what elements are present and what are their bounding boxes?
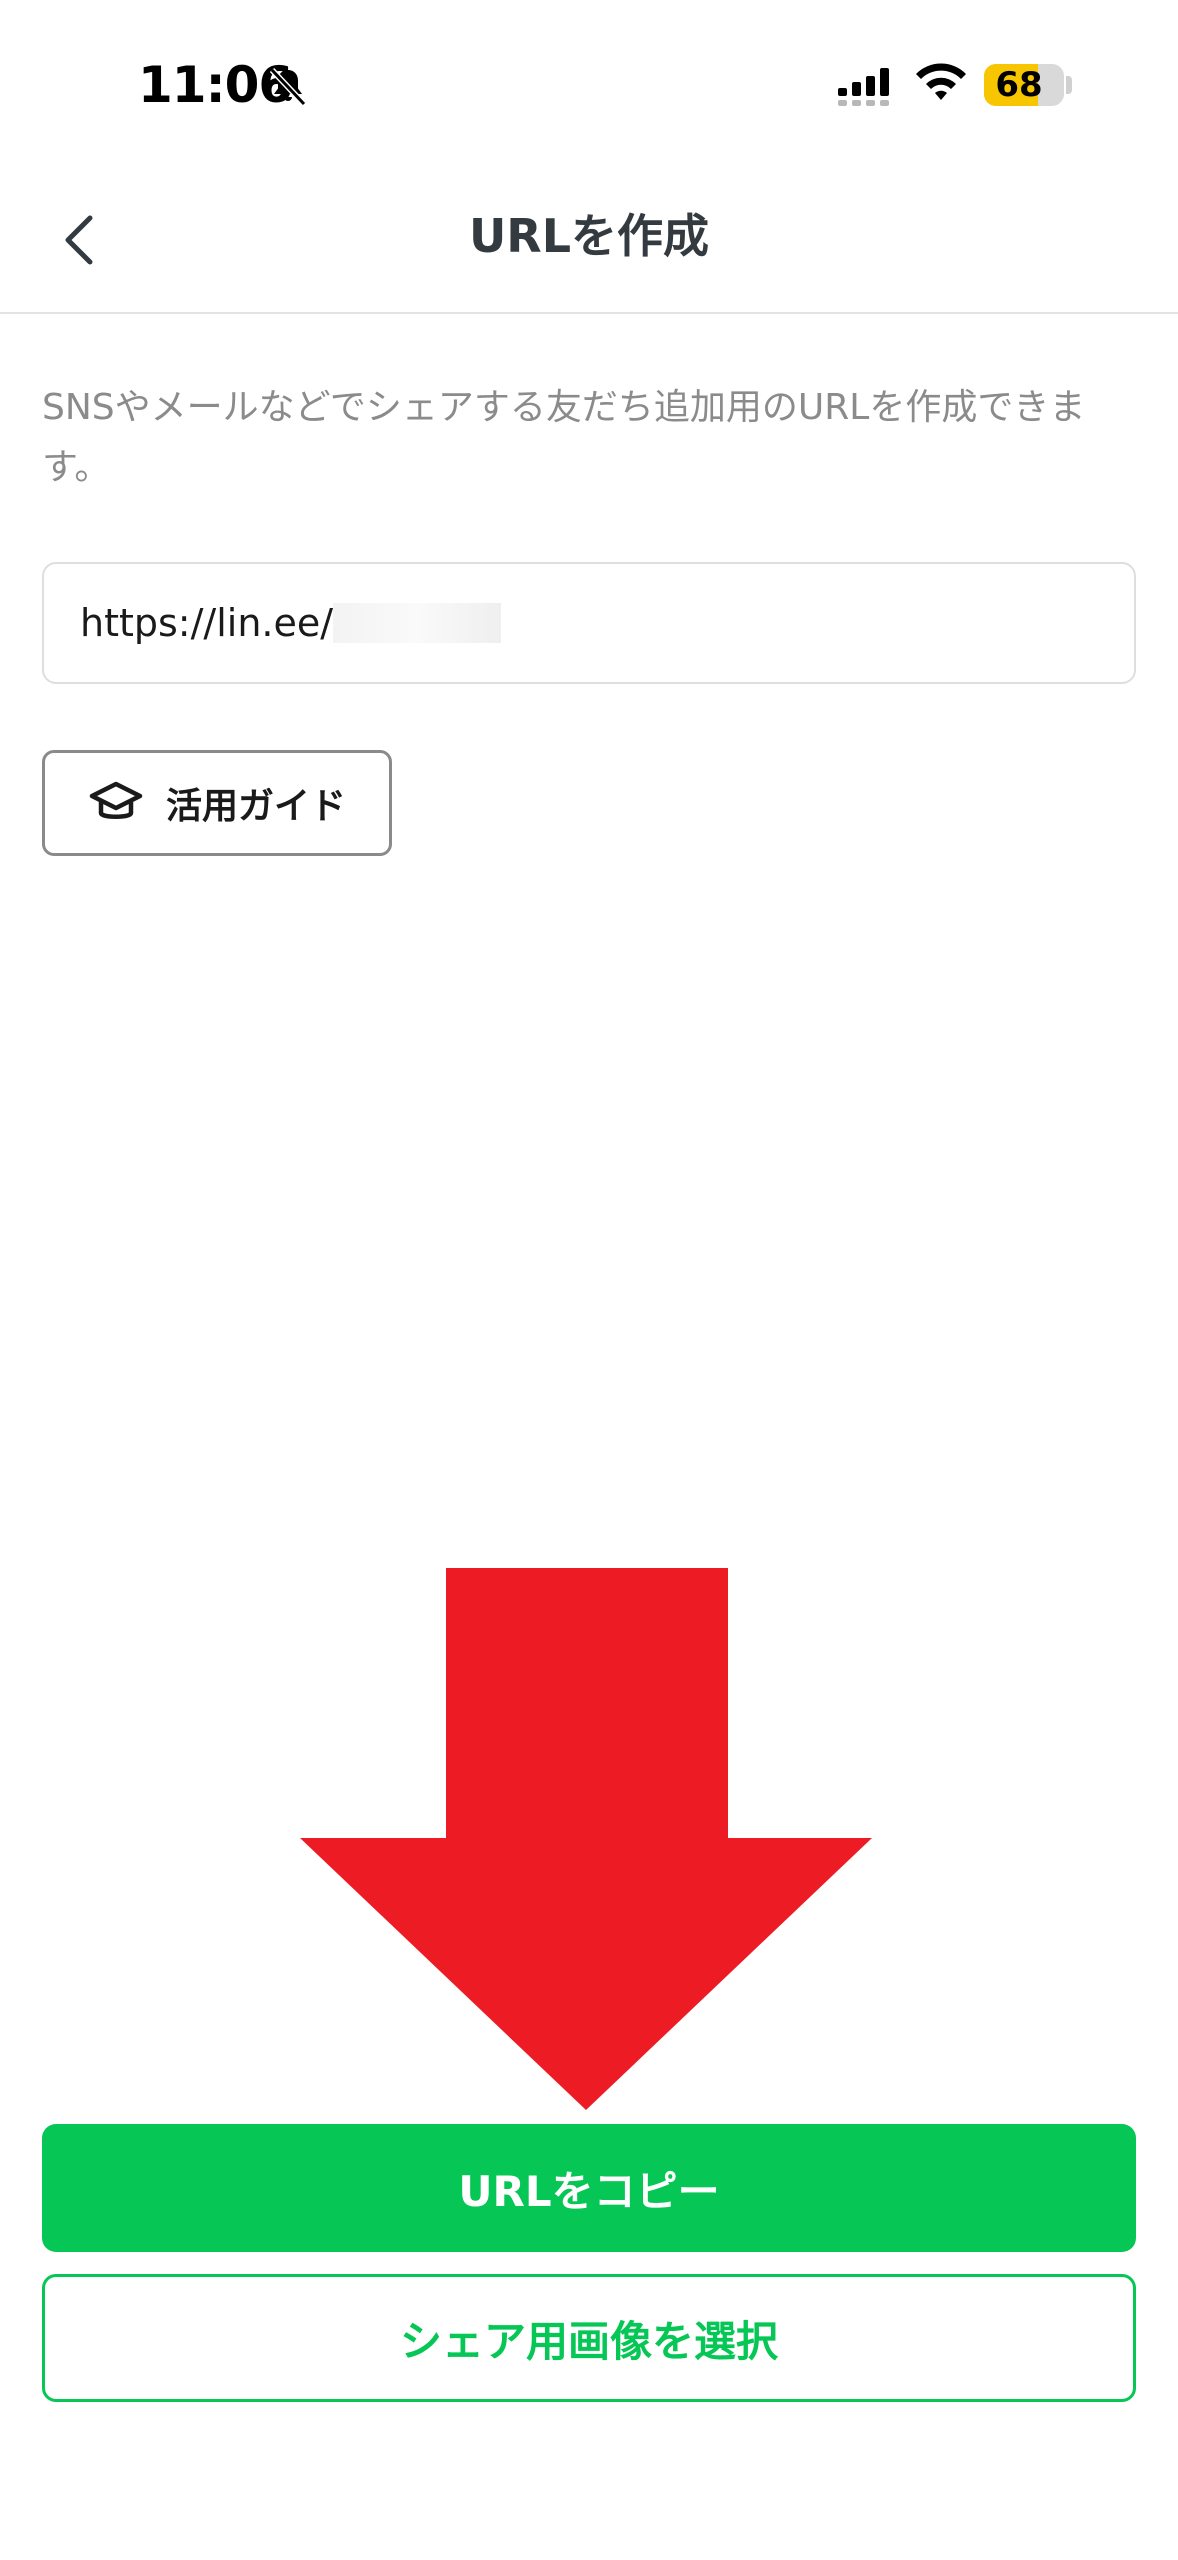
select-share-image-button[interactable]: シェア用画像を選択 (42, 2274, 1136, 2402)
back-button[interactable] (40, 200, 120, 280)
arrow-down-annotation (300, 1568, 872, 2110)
select-share-image-label: シェア用画像を選択 (399, 2316, 778, 2366)
wifi-icon (916, 63, 966, 100)
usage-guide-button[interactable]: 活用ガイド (42, 750, 392, 856)
navigation-bar: URLを作成 (0, 170, 1178, 314)
graduation-cap-icon (89, 781, 143, 819)
screen: 11:06 68 URLを作成 SNSやメールなどでシェアする友だち追加用のUR… (0, 0, 1178, 2560)
url-field[interactable]: https://lin.ee/ (42, 562, 1136, 684)
copy-url-button[interactable]: URLをコピー (42, 2124, 1136, 2252)
url-value: https://lin.ee/ (80, 601, 334, 645)
battery-icon: 68 (984, 64, 1064, 106)
bell-slash-icon (269, 67, 307, 107)
usage-guide-label: 活用ガイド (165, 786, 346, 827)
battery-percentage: 68 (995, 65, 1043, 105)
copy-url-label: URLをコピー (458, 2166, 720, 2216)
cellular-signal-icon (838, 68, 889, 106)
page-title: URLを作成 (468, 209, 710, 263)
status-bar: 11:06 68 (0, 0, 1178, 170)
battery-cap (1066, 76, 1072, 94)
chevron-left-icon (65, 215, 93, 265)
page-description: SNSやメールなどでシェアする友だち追加用のURLを作成できます。 (42, 387, 1086, 488)
url-redacted-part (333, 603, 502, 643)
